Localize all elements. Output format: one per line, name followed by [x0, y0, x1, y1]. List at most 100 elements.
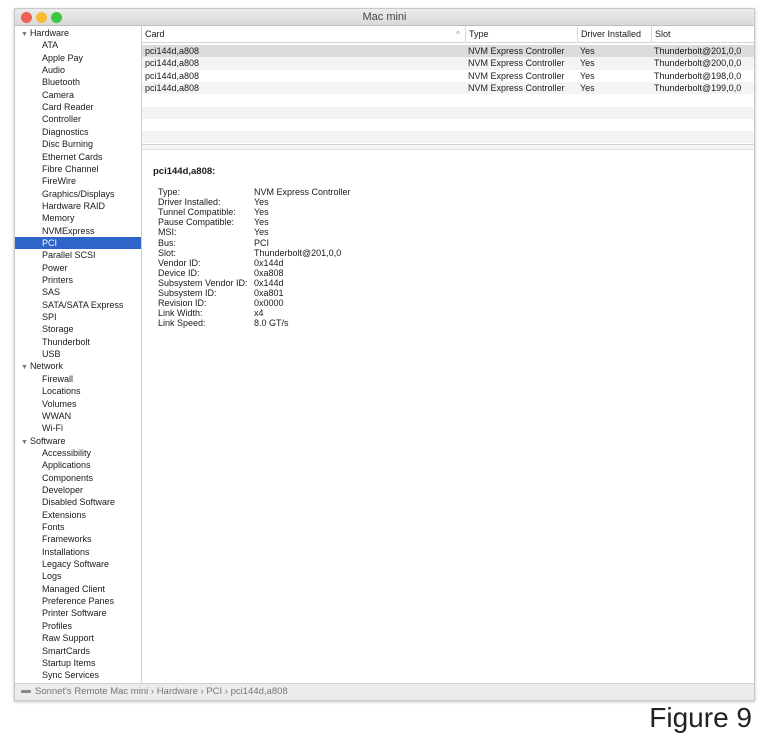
sidebar-item[interactable]: Volumes — [15, 398, 141, 410]
sidebar-item[interactable]: Profiles — [15, 620, 141, 632]
sidebar-item[interactable]: NVMExpress — [15, 225, 141, 237]
sidebar-item[interactable]: Firewall — [15, 373, 141, 385]
table-cell: Yes — [580, 58, 595, 69]
sidebar-item[interactable]: Controller — [15, 113, 141, 125]
sidebar-item[interactable]: Components — [15, 472, 141, 484]
column-header-type[interactable]: Type — [465, 26, 489, 43]
sidebar-item[interactable]: Sync Services — [15, 669, 141, 681]
sidebar-item[interactable]: Accessibility — [15, 447, 141, 459]
split-divider[interactable] — [142, 144, 754, 150]
sidebar-item[interactable]: SmartCards — [15, 645, 141, 657]
sidebar-item[interactable]: Audio — [15, 64, 141, 76]
sidebar-item[interactable]: Legacy Software — [15, 558, 141, 570]
sidebar-item[interactable]: Applications — [15, 459, 141, 471]
detail-row: Revision ID: 0x0000 — [158, 298, 284, 309]
detail-row: Subsystem ID: 0xa801 — [158, 288, 284, 298]
table-cell: NVM Express Controller — [468, 82, 565, 93]
sidebar-item[interactable]: Hardware RAID — [15, 200, 141, 212]
column-header-card[interactable]: Card — [142, 26, 165, 43]
sidebar-item[interactable]: Installations — [15, 546, 141, 558]
sidebar-item[interactable]: Wi-Fi — [15, 422, 141, 434]
disclosure-triangle-icon[interactable]: ▼ — [21, 439, 28, 446]
sidebar-item[interactable]: Parallel SCSI — [15, 249, 141, 261]
detail-value: Yes — [254, 207, 269, 218]
sidebar-item[interactable]: Fibre Channel — [15, 163, 141, 175]
detail-label: Link Width: — [158, 308, 203, 319]
breadcrumb-item[interactable]: pci144d,a808 — [231, 686, 288, 697]
detail-value: NVM Express Controller — [254, 187, 351, 197]
sidebar: ▼ Hardware ATA Apple Pay Audio Bluetooth Camer… — [15, 26, 142, 683]
sidebar-item[interactable]: Bluetooth — [15, 76, 141, 88]
sidebar-item[interactable]: WWAN — [15, 410, 141, 422]
sidebar-item[interactable]: Disabled Software — [15, 496, 141, 508]
sidebar-group-hardware[interactable]: ▼ Hardware — [15, 27, 141, 39]
sidebar-item[interactable]: PCI — [15, 236, 141, 250]
sidebar-item[interactable]: Thunderbolt — [15, 336, 141, 348]
chevron-right-icon: › — [222, 686, 231, 697]
sidebar-item[interactable]: Ethernet Cards — [15, 151, 141, 163]
sidebar-item[interactable]: Startup Items — [15, 657, 141, 669]
detail-row: Slot: Thunderbolt@201,0,0 — [158, 248, 341, 258]
sidebar-item[interactable]: Printers — [15, 274, 141, 286]
column-header-driver-installed[interactable]: Driver Installed — [577, 26, 641, 43]
sidebar-item[interactable]: Card Reader — [15, 101, 141, 113]
system-information-window: Mac mini ▼ Hardware ATA Apple Pay Audio Bluet… — [14, 8, 755, 701]
sidebar-item[interactable]: Power — [15, 262, 141, 274]
detail-label: Type: — [158, 187, 181, 197]
breadcrumb-item[interactable]: PCI — [206, 686, 222, 697]
sidebar-item[interactable]: Diagnostics — [15, 126, 141, 138]
empty-row — [142, 94, 754, 106]
disclosure-triangle-icon[interactable]: ▼ — [21, 364, 28, 371]
detail-label: Revision ID: — [158, 298, 207, 309]
sidebar-item[interactable]: Frameworks — [15, 533, 141, 545]
sidebar-item[interactable]: Logs — [15, 570, 141, 582]
sidebar-item[interactable]: Storage — [15, 323, 141, 335]
table-cell: Thunderbolt@200,0,0 — [654, 58, 742, 69]
sidebar-item[interactable]: SATA/SATA Express — [15, 299, 141, 311]
sidebar-item[interactable]: Printer Software — [15, 607, 141, 619]
sort-ascending-icon[interactable]: ^ — [453, 26, 460, 43]
table-cell: pci144d,a808 — [145, 70, 200, 81]
sidebar-item[interactable]: SAS — [15, 286, 141, 298]
table-row[interactable]: pci144d,a808 NVM Express Controller Yes Thu… — [142, 70, 754, 82]
disclosure-triangle-icon[interactable]: ▼ — [21, 31, 28, 38]
detail-value: PCI — [254, 237, 270, 248]
sidebar-item[interactable]: USB — [15, 348, 141, 360]
sidebar-item[interactable]: FireWire — [15, 175, 141, 187]
sidebar-group-label: Network — [29, 361, 63, 372]
detail-label: Subsystem Vendor ID: — [158, 277, 248, 288]
sidebar-group-network[interactable]: ▼ Network — [15, 360, 141, 372]
sidebar-item[interactable]: Locations — [15, 385, 141, 397]
sidebar-item[interactable]: Raw Support — [15, 632, 141, 644]
sidebar-item[interactable]: Apple Pay — [15, 52, 141, 64]
table-row[interactable]: pci144d,a808 NVM Express Controller Yes Thu… — [142, 57, 754, 70]
sidebar-item[interactable]: Fonts — [15, 521, 141, 533]
detail-value: Thunderbolt@201,0,0 — [254, 247, 342, 258]
breadcrumb-item[interactable]: Hardware — [157, 686, 198, 697]
detail-value: x4 — [254, 308, 264, 319]
detail-label: Device ID: — [158, 267, 200, 278]
detail-row: Pause Compatible: Yes — [158, 217, 269, 228]
sidebar-item[interactable]: Developer — [15, 484, 141, 496]
sidebar-item[interactable]: Extensions — [15, 509, 141, 521]
detail-label: Pause Compatible: — [158, 217, 235, 228]
sidebar-item[interactable]: ATA — [15, 39, 141, 51]
sidebar-item[interactable]: Managed Client — [15, 583, 141, 595]
sidebar-item[interactable]: Preference Panes — [15, 595, 141, 607]
detail-row: Link Speed: 8.0 GT/s — [158, 318, 289, 328]
column-header-slot[interactable]: Slot — [651, 26, 671, 43]
sidebar-item[interactable]: SPI — [15, 311, 141, 323]
sidebar-item[interactable]: Disc Burning — [15, 138, 141, 150]
sidebar-group-software[interactable]: ▼ Software — [15, 435, 141, 447]
sidebar-item[interactable]: Graphics/Displays — [15, 188, 141, 200]
empty-row — [142, 106, 754, 119]
table-cell: Yes — [580, 46, 595, 56]
sidebar-item[interactable]: Camera — [15, 89, 141, 101]
empty-row — [142, 131, 754, 144]
table-row[interactable]: pci144d,a808 NVM Express Controller Yes Thu… — [142, 45, 754, 58]
table-row[interactable]: pci144d,a808 NVM Express Controller Yes Thu… — [142, 81, 754, 95]
sidebar-item[interactable]: Memory — [15, 212, 141, 224]
breadcrumb-item[interactable]: Sonnet's Remote Mac mini — [35, 686, 148, 697]
breadcrumb: Sonnet's Remote Mac mini › Hardware › PC… — [15, 683, 754, 700]
detail-label: Driver Installed: — [158, 197, 221, 208]
